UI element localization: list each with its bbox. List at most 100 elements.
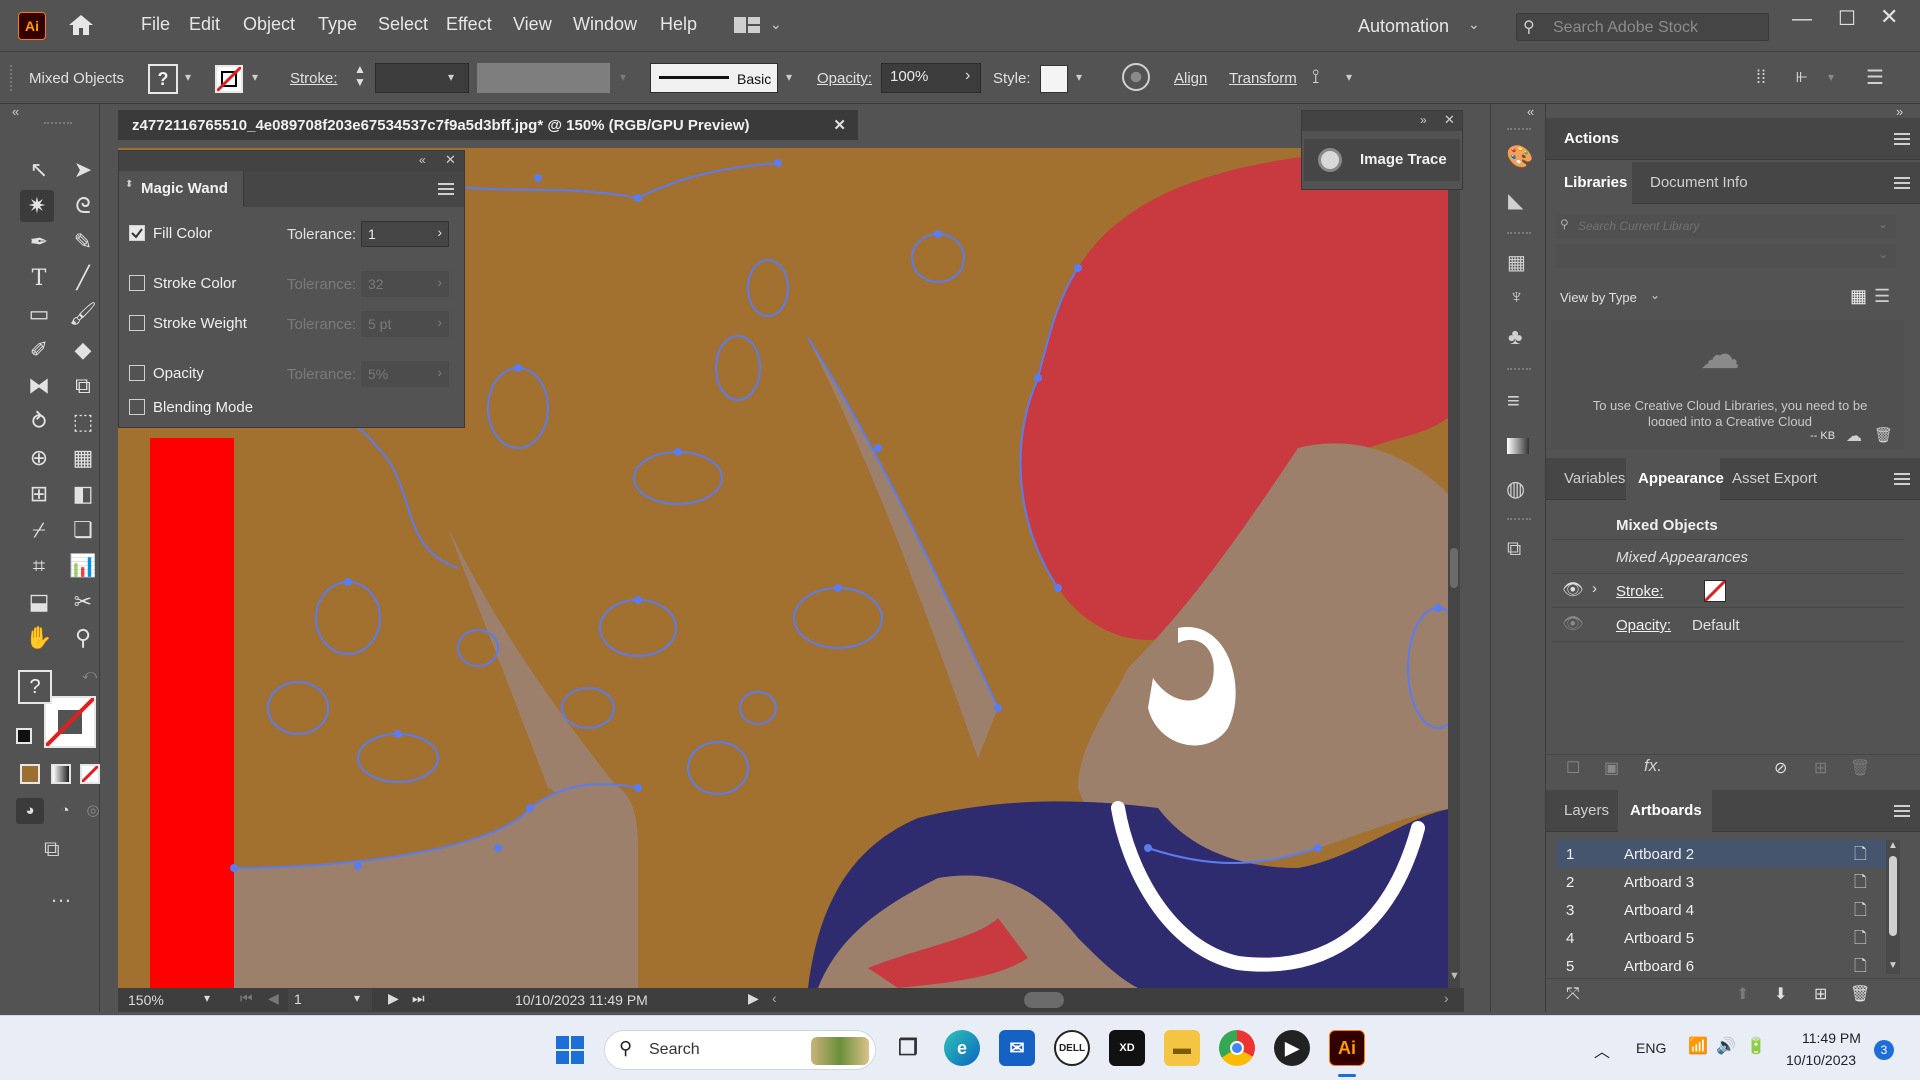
menu-type[interactable]: Type — [318, 14, 357, 35]
appearance-stroke-swatch[interactable] — [1704, 580, 1726, 602]
magic-wand-tool-icon[interactable]: ✷ — [20, 190, 54, 222]
distribute-chevron-icon[interactable]: ▾ — [1828, 70, 1834, 84]
last-artboard-icon[interactable]: ⏭ — [412, 990, 425, 1007]
collapse-right-panels-icon[interactable]: » — [1896, 104, 1903, 119]
menu-object[interactable]: Object — [243, 14, 295, 35]
taskbar-search[interactable]: ⚲ Search — [604, 1030, 876, 1070]
blending-mode-checkbox[interactable] — [129, 399, 145, 415]
windows-start-icon[interactable] — [556, 1036, 584, 1064]
artboard-options-icon[interactable]: 🗋 — [1854, 955, 1867, 974]
hand-tool-icon[interactable]: ✋ — [22, 622, 56, 654]
gradient-tool-icon[interactable]: ◧ — [66, 478, 100, 510]
horizontal-scroll-thumb[interactable] — [1024, 992, 1064, 1008]
direct-selection-tool-icon[interactable]: ➤ — [66, 154, 100, 186]
menu-help[interactable]: Help — [660, 14, 697, 35]
align-link[interactable]: Align — [1174, 70, 1207, 87]
opacity-label[interactable]: Opacity: — [817, 70, 872, 87]
warp-tool-icon[interactable]: ⥁ — [22, 406, 56, 438]
artboards-menu-icon[interactable] — [1894, 805, 1910, 817]
file-explorer-icon[interactable]: ▬ — [1164, 1030, 1200, 1066]
fill-indicator[interactable]: ? — [18, 670, 52, 704]
brushes-icon[interactable]: ♆ — [1509, 286, 1524, 309]
illustrator-taskbar-icon[interactable]: Ai — [1329, 1030, 1365, 1066]
edit-toolbar-icon[interactable]: … — [50, 882, 72, 908]
artboard-options-icon[interactable]: 🗋 — [1854, 927, 1867, 954]
arrange-icon[interactable]: ⁞⁞ — [1756, 67, 1766, 88]
type-tool-icon[interactable]: T — [22, 262, 56, 294]
view-by-chevron-icon[interactable]: ⌄ — [1650, 288, 1660, 302]
artboard-row[interactable]: 1 Artboard 2 🗋 — [1556, 840, 1886, 868]
variable-width-profile[interactable] — [477, 63, 610, 93]
eraser-tool-icon[interactable]: ◆ — [66, 334, 100, 366]
artboard-options-icon[interactable]: 🗋 — [1854, 899, 1867, 926]
lasso-tool-icon[interactable]: ᘓ — [66, 190, 100, 222]
dell-icon[interactable]: DELL — [1054, 1030, 1090, 1066]
stroke-label[interactable]: Stroke: — [290, 70, 338, 87]
actions-menu-icon[interactable] — [1894, 133, 1910, 145]
appearance-stroke-row[interactable]: 👁 › Stroke: — [1552, 574, 1904, 608]
new-artboard-icon[interactable]: ⊞ — [1814, 984, 1827, 1004]
swatches-icon[interactable]: ▦ — [1507, 250, 1526, 275]
screen-mode-icon[interactable]: ⧉ — [44, 836, 60, 862]
zoom-level[interactable]: 150% — [128, 992, 164, 1008]
fill-color-checkbox[interactable] — [129, 225, 145, 241]
stroke-swatch[interactable] — [215, 65, 243, 93]
isolate-object-icon[interactable]: ⟟ — [1312, 66, 1319, 89]
control-bar-menu-icon[interactable]: ☰ — [1866, 65, 1884, 90]
recolor-artwork-icon[interactable] — [1122, 63, 1150, 91]
slice-tool-icon[interactable]: ✂ — [66, 586, 100, 618]
stroke-visibility-icon[interactable]: 👁 — [1562, 580, 1584, 600]
panel-menu-icon[interactable] — [438, 183, 454, 195]
add-effect-icon[interactable]: fx. — [1644, 756, 1662, 776]
pen-tool-icon[interactable]: ✒ — [22, 226, 56, 258]
library-dropdown[interactable]: ⌄ — [1556, 244, 1896, 268]
artboards-scrollbar[interactable]: ▲ ▼ — [1886, 840, 1900, 974]
tools-grip[interactable] — [44, 122, 72, 124]
menu-effect[interactable]: Effect — [446, 14, 492, 35]
library-dropdown-chevron-icon[interactable]: ⌄ — [1878, 247, 1888, 261]
menu-view[interactable]: View — [513, 14, 552, 35]
isolate-chevron-icon[interactable]: ▾ — [1346, 70, 1352, 84]
artboards-panel-icon[interactable]: ⧉ — [1507, 538, 1521, 561]
distribute-icon[interactable]: ⫦ — [1796, 65, 1807, 88]
vertical-scroll-thumb[interactable] — [1450, 548, 1458, 588]
tab-libraries[interactable]: Libraries — [1564, 174, 1627, 191]
vertical-scrollbar[interactable]: ▲ ▼ — [1448, 148, 1460, 988]
fill-tolerance-field[interactable]: 1 › — [361, 221, 449, 247]
delete-item-icon[interactable]: 🗑 — [1850, 758, 1870, 778]
artboard-options-icon[interactable]: 🗋 — [1854, 871, 1867, 898]
first-artboard-icon[interactable]: ⏮ — [240, 990, 253, 1007]
stroke-chevron-icon[interactable]: ▾ — [252, 70, 258, 84]
scroll-left-icon[interactable]: ‹ — [772, 990, 777, 1006]
dock-grip[interactable] — [1507, 128, 1531, 130]
perspective-grid-tool-icon[interactable]: ▦ — [66, 442, 100, 474]
magic-wand-tab[interactable]: ⬍ Magic Wand — [119, 171, 244, 207]
selection-tool-icon[interactable]: ↖ — [22, 154, 56, 186]
artboards-scroll-up-icon[interactable]: ▲ — [1888, 840, 1898, 851]
transparency-icon[interactable]: ◍ — [1506, 476, 1525, 502]
opacity-visibility-icon[interactable]: 👁 — [1562, 614, 1584, 634]
stroke-weight-checkbox[interactable] — [129, 315, 145, 331]
artboards-scroll-thumb[interactable] — [1889, 856, 1897, 936]
cloud-sync-icon[interactable]: ☁ — [1846, 426, 1862, 446]
free-transform-tool-icon[interactable]: ⬚ — [66, 406, 100, 438]
maximize-icon[interactable]: ☐ — [1838, 6, 1856, 31]
swap-fill-stroke-icon[interactable]: ⤺ — [82, 666, 97, 683]
home-icon[interactable] — [66, 10, 96, 40]
brush-chevron-icon[interactable]: ▾ — [786, 70, 792, 84]
mesh-tool-icon[interactable]: ⊞ — [22, 478, 56, 510]
artboard-tool-icon[interactable]: ⬓ — [22, 586, 56, 618]
tab-layers[interactable]: Layers — [1564, 802, 1609, 819]
clock-time[interactable]: 11:49 PM — [1802, 1030, 1861, 1046]
appearance-stroke-label[interactable]: Stroke: — [1616, 583, 1664, 600]
reflect-tool-icon[interactable]: ⧓ — [22, 370, 56, 402]
delete-artboard-icon[interactable]: 🗑 — [1850, 984, 1870, 1004]
zoom-chevron-icon[interactable]: ▾ — [204, 991, 210, 1005]
rearrange-artboards-icon[interactable]: ⤧ — [1566, 984, 1580, 1004]
stroke-panel-icon[interactable]: ≡ — [1507, 388, 1520, 414]
column-graph-tool-icon[interactable]: 📊 — [66, 550, 100, 582]
collapse-tools-icon[interactable]: « — [12, 104, 19, 119]
library-search-chevron-icon[interactable]: ⌄ — [1878, 217, 1888, 231]
next-artboard-icon[interactable]: ▶ — [388, 990, 399, 1007]
arrange-documents-icon[interactable] — [733, 16, 761, 34]
